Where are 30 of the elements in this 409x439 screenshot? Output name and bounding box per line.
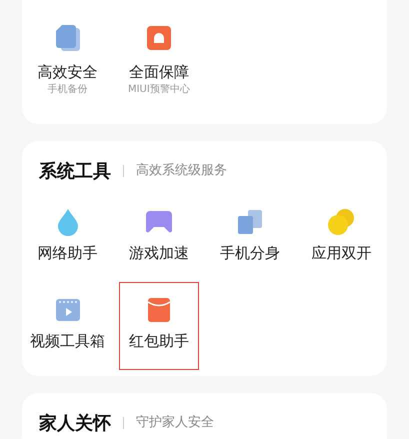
item-label: 应用双开: [311, 243, 372, 263]
item-caption: 手机备份: [48, 82, 88, 97]
coins-icon: [327, 208, 356, 236]
item-caption: MIUI预警中心: [128, 82, 190, 97]
item-label: 手机分身: [220, 243, 280, 263]
envelope-icon: [146, 297, 171, 323]
bell-icon: [146, 25, 172, 51]
tool-item[interactable]: 视频工具箱: [22, 282, 114, 370]
tool-item[interactable]: 红包助手: [119, 282, 198, 370]
tool-item[interactable]: 高效安全 手机备份: [22, 0, 114, 124]
drop-icon: [56, 208, 80, 236]
item-label: 视频工具箱: [30, 331, 106, 351]
item-label: 全面保障: [128, 62, 189, 82]
gamepad-icon: [144, 210, 173, 234]
item-label: 红包助手: [128, 331, 189, 351]
tool-item[interactable]: 游戏加速: [113, 194, 204, 282]
tool-item[interactable]: 手机分身: [204, 194, 296, 282]
item-label: 高效安全: [38, 62, 98, 82]
tool-item[interactable]: 全面保障 MIUI预警中心: [113, 0, 204, 124]
section-title: 家人关怀: [39, 412, 111, 436]
document-icon: [54, 24, 81, 52]
copies-icon: [237, 209, 264, 235]
section-subtitle: 守护家人安全: [136, 414, 214, 432]
item-label: 游戏加速: [128, 243, 189, 263]
item-label: 网络助手: [38, 243, 98, 263]
section-subtitle: 高效系统级服务: [136, 162, 227, 180]
video-icon: [54, 298, 81, 322]
tool-item[interactable]: 应用双开: [296, 194, 387, 282]
tool-item[interactable]: 网络助手: [22, 194, 114, 282]
section-title: 系统工具: [39, 160, 111, 184]
